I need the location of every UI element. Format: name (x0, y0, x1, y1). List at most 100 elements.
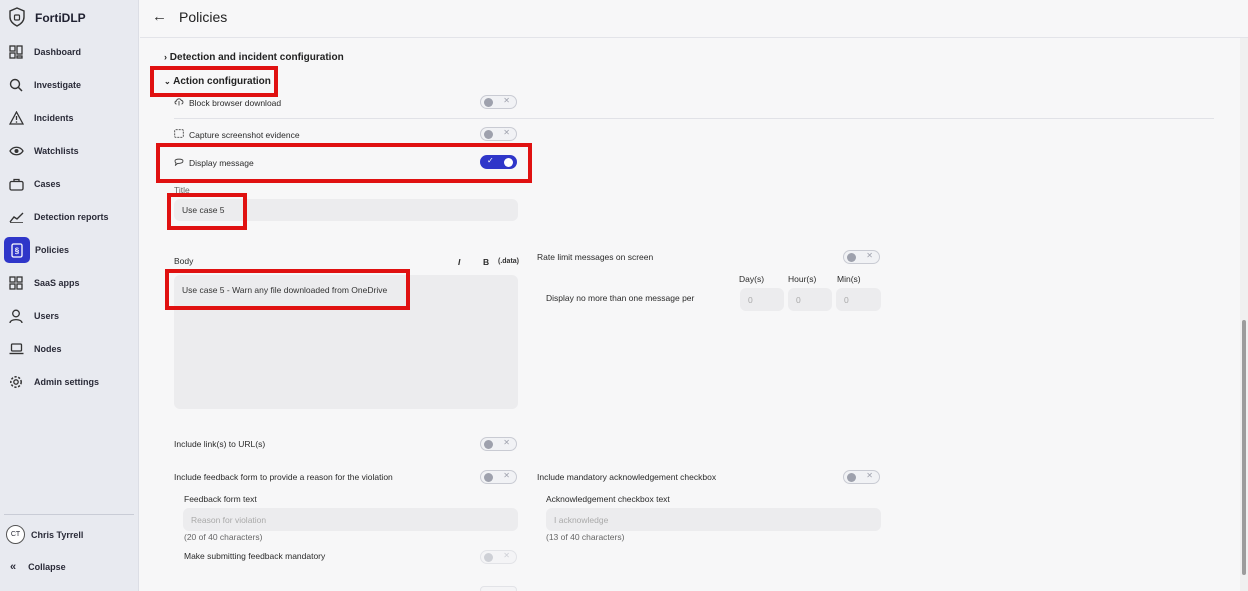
sidebar-item-admin-settings[interactable]: Admin settings (4, 369, 134, 395)
next-row-toggle[interactable] (480, 586, 517, 591)
x-icon: ✕ (866, 471, 873, 480)
sidebar-item-label: Nodes (34, 344, 62, 354)
cloud-download-icon (174, 97, 184, 108)
apps-icon (8, 275, 24, 291)
page-title: Policies (179, 9, 228, 25)
mins-value: 0 (844, 294, 849, 305)
include-links-label: Include link(s) to URL(s) (174, 439, 266, 449)
body-label: Body (174, 256, 194, 266)
app-name: FortiDLP (35, 11, 86, 25)
feedback-char-count: (20 of 40 characters) (184, 532, 263, 542)
sidebar-item-incidents[interactable]: Incidents (4, 105, 134, 131)
capture-screenshot-toggle[interactable]: ✕ (480, 127, 517, 141)
sidebar-item-cases[interactable]: Cases (4, 171, 134, 197)
feedback-text-label: Feedback form text (184, 494, 257, 504)
highlight-box (156, 143, 532, 183)
chevron-right-icon: › (164, 52, 167, 62)
italic-button[interactable]: I (458, 257, 460, 267)
feedback-toggle[interactable]: ✕ (480, 470, 517, 484)
rate-limit-toggle[interactable]: ✕ (843, 250, 880, 264)
mins-input[interactable]: 0 (836, 288, 881, 311)
sidebar-item-watchlists[interactable]: Watchlists (4, 138, 134, 164)
acknowledgement-label: Include mandatory acknowledgement checkb… (537, 472, 717, 482)
highlight-box (150, 66, 278, 97)
collapse-button[interactable]: « Collapse (10, 561, 66, 573)
days-value: 0 (748, 294, 753, 305)
x-icon: ✕ (503, 128, 510, 137)
sidebar-item-label: Watchlists (34, 146, 79, 156)
briefcase-icon (8, 176, 24, 192)
sidebar: FortiDLP Dashboard Investigate Incidents… (0, 0, 139, 591)
laptop-icon (8, 341, 24, 357)
feedback-mandatory-label: Make submitting feedback mandatory (184, 551, 326, 561)
search-icon (8, 77, 24, 93)
include-links-toggle[interactable]: ✕ (480, 437, 517, 451)
sidebar-item-label: Users (34, 311, 60, 321)
data-variable-button[interactable]: (.data) (498, 258, 519, 265)
bold-button[interactable]: B (483, 257, 489, 267)
sidebar-item-dashboard[interactable]: Dashboard (4, 39, 134, 65)
rate-limit-description: Display no more than one message per (546, 293, 695, 303)
acknowledgement-text-label: Acknowledgement checkbox text (546, 494, 670, 504)
sidebar-item-detection-reports[interactable]: Detection reports (4, 204, 134, 230)
brand[interactable]: FortiDLP (8, 7, 86, 29)
rate-limit-label: Rate limit messages on screen (537, 252, 654, 262)
section-detection-config[interactable]: › Detection and incident configuration (164, 52, 344, 63)
eye-icon (8, 143, 24, 159)
back-arrow-icon[interactable]: ← (152, 8, 167, 25)
x-icon: ✕ (503, 438, 510, 447)
feedback-text-input[interactable]: Reason for violation (183, 508, 518, 531)
block-browser-download-row: Block browser download (174, 97, 281, 108)
double-chevron-left-icon: « (10, 561, 17, 573)
days-input[interactable]: 0 (740, 288, 784, 311)
acknowledgement-toggle[interactable]: ✕ (843, 470, 880, 484)
scrollbar[interactable] (1240, 38, 1248, 591)
feedback-placeholder: Reason for violation (191, 514, 267, 525)
svg-text:§: § (15, 246, 20, 255)
capture-screenshot-row: Capture screenshot evidence (174, 129, 300, 140)
main-content: › Detection and incident configuration ⌄… (140, 38, 1240, 591)
hours-value: 0 (796, 294, 801, 305)
sidebar-item-users[interactable]: Users (4, 303, 134, 329)
sidebar-item-nodes[interactable]: Nodes (4, 336, 134, 362)
policy-icon: § (4, 237, 30, 263)
sidebar-item-label: Policies (35, 245, 70, 255)
user-name: Chris Tyrrell (31, 529, 84, 540)
block-browser-download-label: Block browser download (189, 97, 282, 108)
feedback-mandatory-toggle[interactable]: ✕ (480, 550, 517, 564)
shield-logo-icon (8, 7, 26, 29)
x-icon: ✕ (503, 471, 510, 480)
sidebar-item-saas-apps[interactable]: SaaS apps (4, 270, 134, 296)
sidebar-item-label: Incidents (34, 113, 74, 123)
sidebar-item-label: Dashboard (34, 47, 82, 57)
trend-icon (8, 209, 24, 225)
block-browser-download-toggle[interactable]: ✕ (480, 95, 517, 109)
x-icon: ✕ (866, 251, 873, 260)
scrollbar-thumb[interactable] (1242, 320, 1246, 575)
highlight-box (165, 269, 410, 310)
acknowledgement-text-input[interactable]: I acknowledge (546, 508, 881, 531)
sidebar-divider (4, 514, 134, 515)
mins-label: Min(s) (837, 274, 861, 284)
sidebar-item-investigate[interactable]: Investigate (4, 72, 134, 98)
collapse-label: Collapse (28, 562, 66, 572)
sidebar-item-label: SaaS apps (34, 278, 80, 288)
screenshot-icon (174, 129, 184, 140)
top-bar (140, 0, 1248, 38)
x-icon: ✕ (503, 551, 510, 560)
highlight-box (167, 193, 247, 230)
x-icon: ✕ (503, 96, 510, 105)
hours-label: Hour(s) (788, 274, 817, 284)
divider (174, 118, 1214, 119)
user-profile[interactable]: CT Chris Tyrrell (6, 525, 83, 544)
avatar: CT (6, 525, 25, 544)
section-title: Detection and incident configuration (169, 52, 344, 63)
sidebar-item-policies[interactable]: § Policies (4, 237, 134, 263)
dashboard-icon (8, 44, 24, 60)
sidebar-item-label: Cases (34, 179, 61, 189)
feedback-label: Include feedback form to provide a reaso… (174, 472, 393, 482)
warning-icon (8, 110, 24, 126)
acknowledgement-char-count: (13 of 40 characters) (546, 532, 625, 542)
gear-icon (8, 374, 24, 390)
hours-input[interactable]: 0 (788, 288, 832, 311)
